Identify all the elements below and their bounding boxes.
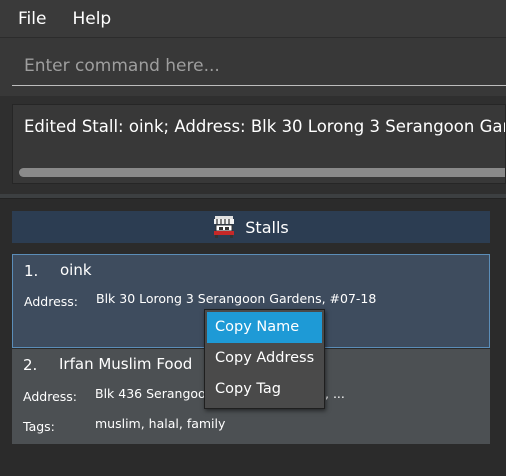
- copy-address-menu-item[interactable]: Copy Address: [207, 343, 322, 374]
- menu-help[interactable]: Help: [63, 0, 120, 38]
- menu-file[interactable]: File: [0, 0, 55, 38]
- address-value: Blk 30 Lorong 3 Serangoon Gardens, #07-1…: [96, 291, 377, 306]
- result-display-area: Edited Stall: oink; Address: Blk 30 Loro…: [0, 96, 506, 194]
- command-box-area: [0, 38, 506, 96]
- copy-name-menu-item[interactable]: Copy Name: [207, 312, 322, 343]
- address-label: Address:: [24, 294, 78, 309]
- stall-index: 2.: [23, 356, 38, 374]
- stall-name: oink: [60, 261, 92, 279]
- stall-address-row: Address: Blk 30 Lorong 3 Serangoon Garde…: [24, 291, 376, 310]
- copy-tag-menu-item[interactable]: Copy Tag: [207, 374, 322, 405]
- address-value-tail: , ...: [325, 386, 345, 401]
- menu-bar: File Help: [0, 0, 506, 38]
- tags-label: Tags:: [23, 419, 55, 434]
- tags-value: muslim, halal, family: [95, 416, 226, 431]
- stall-name: Irfan Muslim Food: [59, 355, 193, 373]
- command-input[interactable]: [12, 46, 506, 86]
- stall-title-row: 1. oink: [24, 261, 92, 280]
- scrollbar-thumb[interactable]: [19, 168, 505, 177]
- address-label: Address:: [23, 389, 77, 404]
- result-text: Edited Stall: oink; Address: Blk 30 Loro…: [24, 117, 505, 136]
- panel-title: Stalls: [245, 217, 289, 237]
- stall-index: 1.: [24, 262, 39, 280]
- panel-header: Stalls: [12, 211, 490, 243]
- address-value: Blk 436 Serangoon: [95, 386, 214, 401]
- stall-icon: [214, 216, 235, 238]
- result-display: Edited Stall: oink; Address: Blk 30 Loro…: [12, 104, 506, 184]
- stall-tags-row: Tags: muslim, halal, family: [23, 416, 225, 435]
- context-menu: Copy Name Copy Address Copy Tag: [204, 309, 325, 409]
- stall-address-row: Address: Blk 436 Serangoon , ...: [23, 386, 345, 405]
- horizontal-scrollbar[interactable]: [19, 168, 505, 177]
- stall-title-row: 2. Irfan Muslim Food: [23, 355, 192, 374]
